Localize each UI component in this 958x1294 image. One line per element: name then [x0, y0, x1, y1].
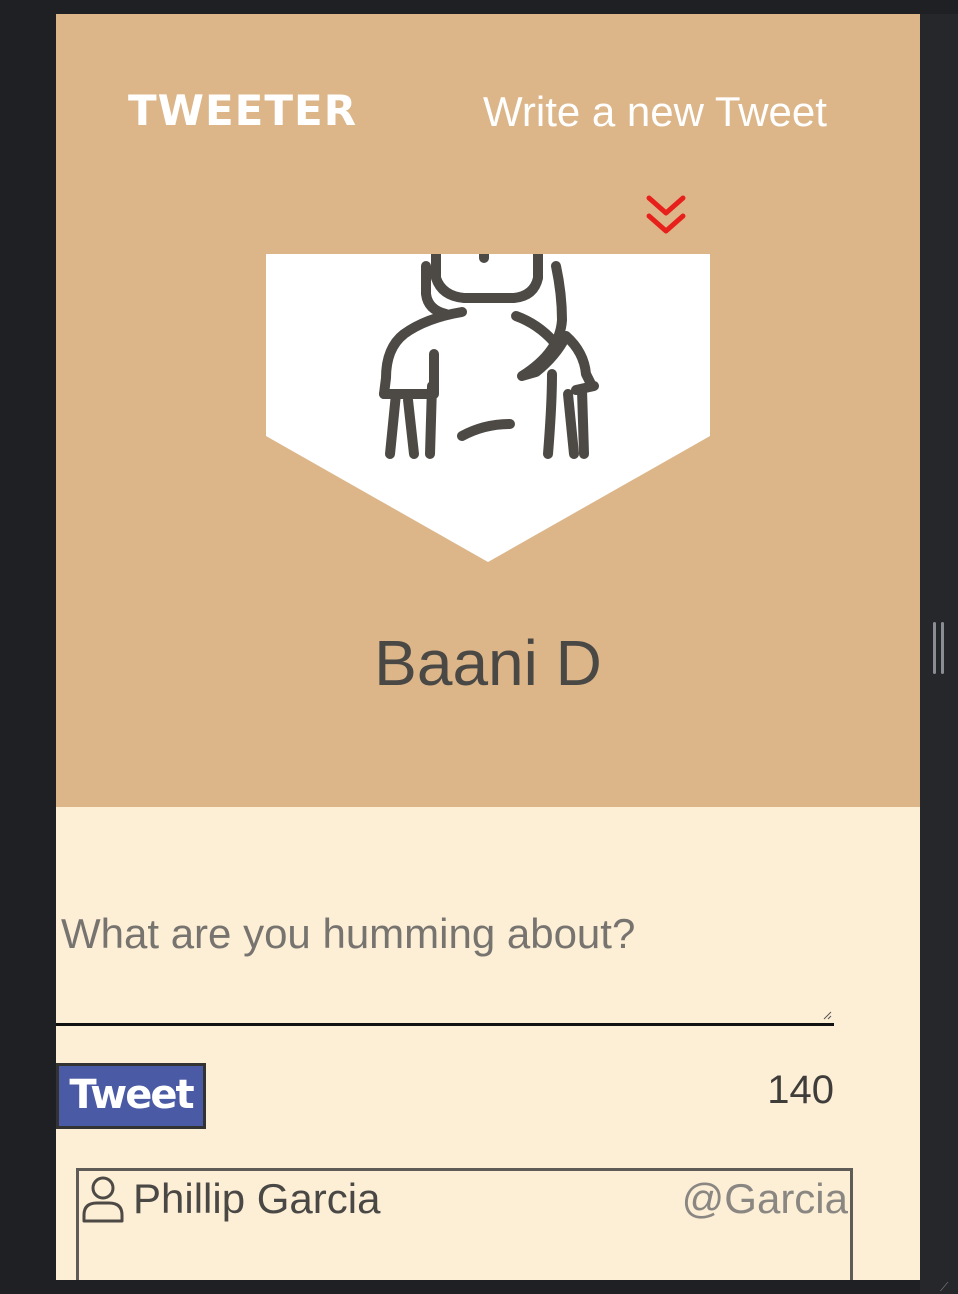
- write-new-tweet-link[interactable]: Write a new Tweet: [483, 88, 827, 136]
- tweet-compose-input[interactable]: [61, 910, 831, 1028]
- brand-logo[interactable]: TWEETER: [128, 86, 357, 135]
- profile-avatar-image: [266, 254, 710, 562]
- character-counter: 140: [767, 1068, 834, 1112]
- compose-underline: [56, 1023, 834, 1026]
- tweet-author-handle: @Garcia: [681, 1175, 848, 1222]
- user-icon: [82, 1176, 124, 1223]
- profile-name: Baani D: [374, 627, 602, 699]
- tweet-button[interactable]: Tweet: [56, 1063, 206, 1129]
- window-frame-top: [0, 0, 958, 14]
- pane-resize-handle[interactable]: [933, 622, 945, 674]
- tweet-author-name: Phillip Garcia: [133, 1175, 381, 1222]
- resize-grip-icon[interactable]: [822, 1010, 832, 1020]
- tweet-card: Phillip Garcia @Garcia: [76, 1168, 853, 1280]
- double-chevron-down-icon[interactable]: [645, 194, 687, 238]
- profile-header: TWEETER Write a new Tweet Baani D: [56, 14, 920, 807]
- app-viewport: TWEETER Write a new Tweet Baani D What a…: [56, 14, 920, 1280]
- corner-resize-icon: ⟋: [940, 1280, 949, 1294]
